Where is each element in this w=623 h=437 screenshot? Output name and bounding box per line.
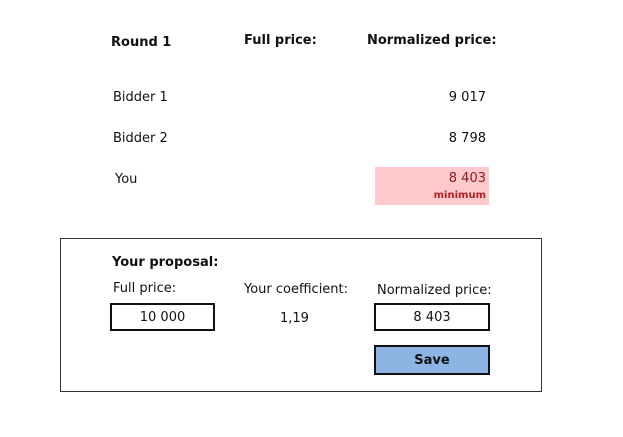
save-button[interactable]: Save (374, 345, 490, 375)
full-price-label: Full price: (113, 281, 177, 296)
full-price-input[interactable] (110, 303, 215, 331)
bidder-name: Bidder 1 (113, 90, 168, 105)
bidder-normalized-price: 9 017 (448, 90, 486, 105)
round-title: Round 1 (111, 35, 172, 50)
normalized-price-label: Normalized price: (377, 283, 492, 298)
minimum-price-cell: 8 403 minimum (375, 167, 489, 205)
proposal-title: Your proposal: (112, 255, 219, 270)
bidder-name: Bidder 2 (113, 131, 168, 146)
your-normalized-price: 8 403 (448, 171, 486, 186)
bidder-name: You (115, 172, 138, 187)
full-price-header: Full price: (244, 33, 317, 48)
normalized-price-header: Normalized price: (367, 33, 497, 48)
normalized-price-field (374, 303, 490, 331)
bidder-normalized-price: 8 798 (448, 131, 486, 146)
coefficient-value: 1,19 (280, 311, 309, 326)
coefficient-label: Your coefficient: (244, 282, 349, 297)
minimum-badge: minimum (433, 190, 486, 201)
